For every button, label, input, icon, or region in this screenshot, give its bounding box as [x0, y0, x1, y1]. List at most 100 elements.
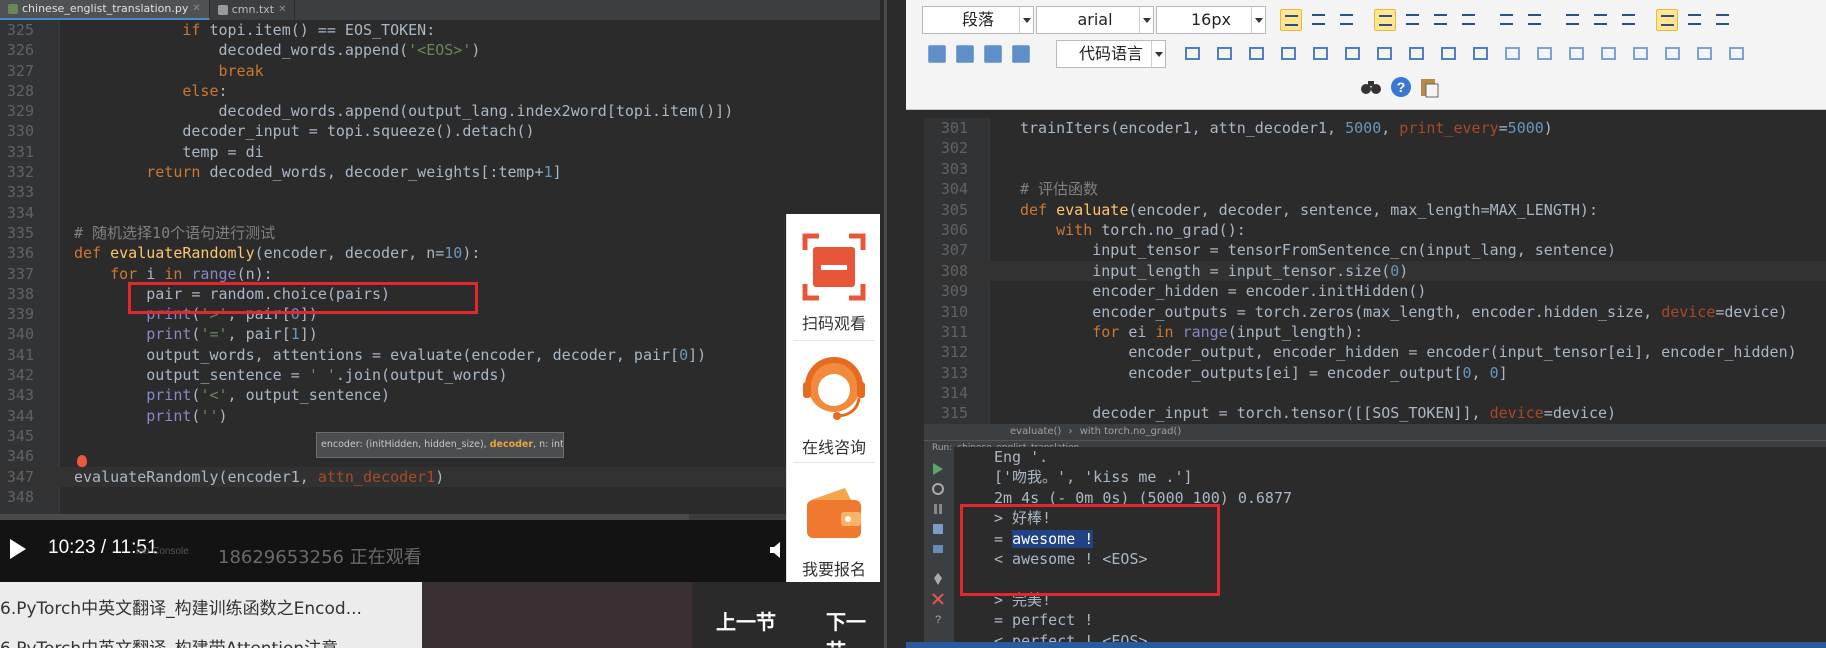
clear-format-button[interactable]: [1470, 43, 1492, 65]
insert-image-button[interactable]: [956, 45, 974, 63]
code-line[interactable]: 337 for i in range(n):: [0, 264, 880, 284]
code-line[interactable]: 334: [0, 203, 880, 223]
image-inline-button[interactable]: [1656, 9, 1678, 31]
code-line[interactable]: 309 encoder_hidden = encoder.initHidden(…: [924, 281, 1826, 301]
code-language-select[interactable]: 代码语言: [1056, 40, 1166, 68]
volume-icon[interactable]: [770, 542, 784, 558]
time-button[interactable]: [1374, 43, 1396, 65]
code-line[interactable]: 325 if topi.item() == EOS_TOKEN:: [0, 20, 880, 40]
code-line[interactable]: 327 break: [0, 61, 880, 81]
link-button[interactable]: [1562, 9, 1584, 31]
code-line[interactable]: 348: [0, 487, 880, 507]
find-replace-icon[interactable]: [1360, 76, 1382, 98]
code-line[interactable]: 330 decoder_input = topi.squeeze().detac…: [0, 121, 880, 141]
rtl-button[interactable]: [1336, 9, 1358, 31]
align-center-button[interactable]: [1402, 9, 1424, 31]
code-line[interactable]: 336 def evaluateRandomly(encoder, decoder…: [0, 243, 880, 263]
code-line[interactable]: 308 input_length = input_tensor.size(0): [924, 260, 1826, 282]
delete-table-button[interactable]: [1534, 43, 1556, 65]
code-editor[interactable]: 301 trainIters(encoder1, attn_decoder1, 5…: [924, 118, 1826, 424]
code-line[interactable]: 341 output_words, attentions = evaluate(…: [0, 345, 880, 365]
unlink-button[interactable]: [1590, 9, 1612, 31]
code-line[interactable]: 314: [924, 383, 1826, 403]
pause-icon[interactable]: [932, 503, 944, 515]
horizontal-rule-button[interactable]: [1310, 43, 1332, 65]
run-icon[interactable]: [932, 463, 944, 475]
close-icon[interactable]: ✕: [278, 0, 286, 20]
insert-col-button[interactable]: [1630, 43, 1652, 65]
font-size-select[interactable]: 16px: [1156, 6, 1266, 34]
tab-chinese-englist-translation[interactable]: chinese_englist_translation.py ✕: [0, 0, 210, 20]
font-select[interactable]: arial: [1036, 6, 1154, 34]
next-lesson-button[interactable]: 下一节: [826, 606, 880, 648]
code-line[interactable]: 306 with torch.no_grad():: [924, 220, 1826, 240]
layout-icon[interactable]: [932, 523, 944, 535]
ltr-button[interactable]: [1308, 9, 1330, 31]
code-line[interactable]: 347 evaluateRandomly(encoder1, attn_decod…: [0, 466, 880, 487]
date-button[interactable]: [1342, 43, 1364, 65]
code-line[interactable]: 332 return decoded_words, decoder_weight…: [0, 162, 880, 182]
code-line[interactable]: 326 decoded_words.append('<EOS>'): [0, 40, 880, 60]
help-icon[interactable]: ?: [1390, 76, 1412, 98]
show-invisibles-button[interactable]: [1280, 9, 1302, 31]
delete-row-button[interactable]: [1598, 43, 1620, 65]
help-icon[interactable]: ?: [932, 613, 944, 625]
breadcrumb-item[interactable]: with torch.no_grad(): [1080, 426, 1182, 437]
anchor-button[interactable]: [1618, 9, 1640, 31]
map-button[interactable]: [1182, 43, 1204, 65]
code-line[interactable]: 312 encoder_output, encoder_hidden = enc…: [924, 342, 1826, 362]
code-line[interactable]: 328 else:: [0, 81, 880, 101]
paragraph-select[interactable]: 段落: [922, 6, 1034, 34]
course-item[interactable]: 6.PyTorch中英文翻译_构建训练函数之Encod...: [0, 594, 362, 619]
code-line[interactable]: 305 def evaluate(encoder, decoder, senten…: [924, 200, 1826, 220]
close-icon[interactable]: ✕: [192, 0, 200, 19]
breadcrumb-item[interactable]: evaluate(): [1010, 426, 1061, 437]
prev-lesson-button[interactable]: 上一节: [716, 606, 776, 635]
code-line[interactable]: 302: [924, 138, 1826, 158]
code-line[interactable]: 301 trainIters(encoder1, attn_decoder1, 5…: [924, 118, 1826, 138]
insert-frame-button[interactable]: [1012, 45, 1030, 63]
tab-cmn-txt[interactable]: cmn.txt ✕: [210, 0, 296, 20]
play-icon[interactable]: [10, 539, 26, 559]
page-break-button[interactable]: [1214, 43, 1236, 65]
split-cells-button[interactable]: [1726, 43, 1748, 65]
align-right-button[interactable]: [1430, 9, 1452, 31]
code-line[interactable]: 335 # 随机选择10个语句进行测试: [0, 223, 880, 243]
rerun-icon[interactable]: [932, 483, 944, 495]
console-icon[interactable]: [932, 543, 944, 555]
code-line[interactable]: 331 temp = di: [0, 142, 880, 162]
code-line[interactable]: 340 print('=', pair[1]): [0, 324, 880, 344]
insert-video-button[interactable]: [984, 45, 1002, 63]
code-line[interactable]: 303: [924, 159, 1826, 179]
code-line[interactable]: 329 decoded_words.append(output_lang.ind…: [0, 101, 880, 121]
code-line[interactable]: 342 output_sentence = ' '.join(output_wo…: [0, 365, 880, 385]
special-char-button[interactable]: [1406, 43, 1428, 65]
snippet-button[interactable]: [1278, 43, 1300, 65]
code-line[interactable]: 304 # 评估函数: [924, 179, 1826, 199]
justify-button[interactable]: [1458, 9, 1480, 31]
align-left-button[interactable]: [1374, 9, 1396, 31]
wordimage-button[interactable]: [1438, 43, 1460, 65]
code-line[interactable]: 344 print(''): [0, 406, 880, 426]
code-line[interactable]: 315 decoder_input = torch.tensor([[SOS_T…: [924, 403, 1826, 423]
pin-icon[interactable]: [932, 573, 944, 585]
code-line[interactable]: 310 encoder_outputs = torch.zeros(max_le…: [924, 302, 1826, 322]
online-consult-item[interactable]: 在线咨询: [787, 342, 880, 462]
scan-qr-item[interactable]: 扫码观看: [787, 218, 880, 338]
code-line[interactable]: 311 for ei in range(input_length):: [924, 322, 1826, 342]
attach-button[interactable]: [928, 45, 946, 63]
register-item[interactable]: 我要报名: [787, 464, 880, 584]
image-left-button[interactable]: [1684, 9, 1706, 31]
lightbulb-icon[interactable]: [77, 455, 87, 467]
paste-icon[interactable]: [1418, 76, 1440, 98]
insert-table-button[interactable]: [1502, 43, 1524, 65]
highlight-color-button[interactable]: [1524, 9, 1546, 31]
image-right-button[interactable]: [1712, 9, 1734, 31]
table-button[interactable]: [1246, 43, 1268, 65]
code-line[interactable]: 313 encoder_outputs[ei] = encoder_output…: [924, 363, 1826, 383]
close-icon[interactable]: [932, 593, 944, 605]
course-item[interactable]: 6.PyTorch中英文翻译_构建带Attention注意...: [0, 634, 354, 648]
code-line[interactable]: 307 input_tensor = tensorFromSentence_cn…: [924, 240, 1826, 260]
merge-cells-button[interactable]: [1694, 43, 1716, 65]
insert-row-button[interactable]: [1566, 43, 1588, 65]
